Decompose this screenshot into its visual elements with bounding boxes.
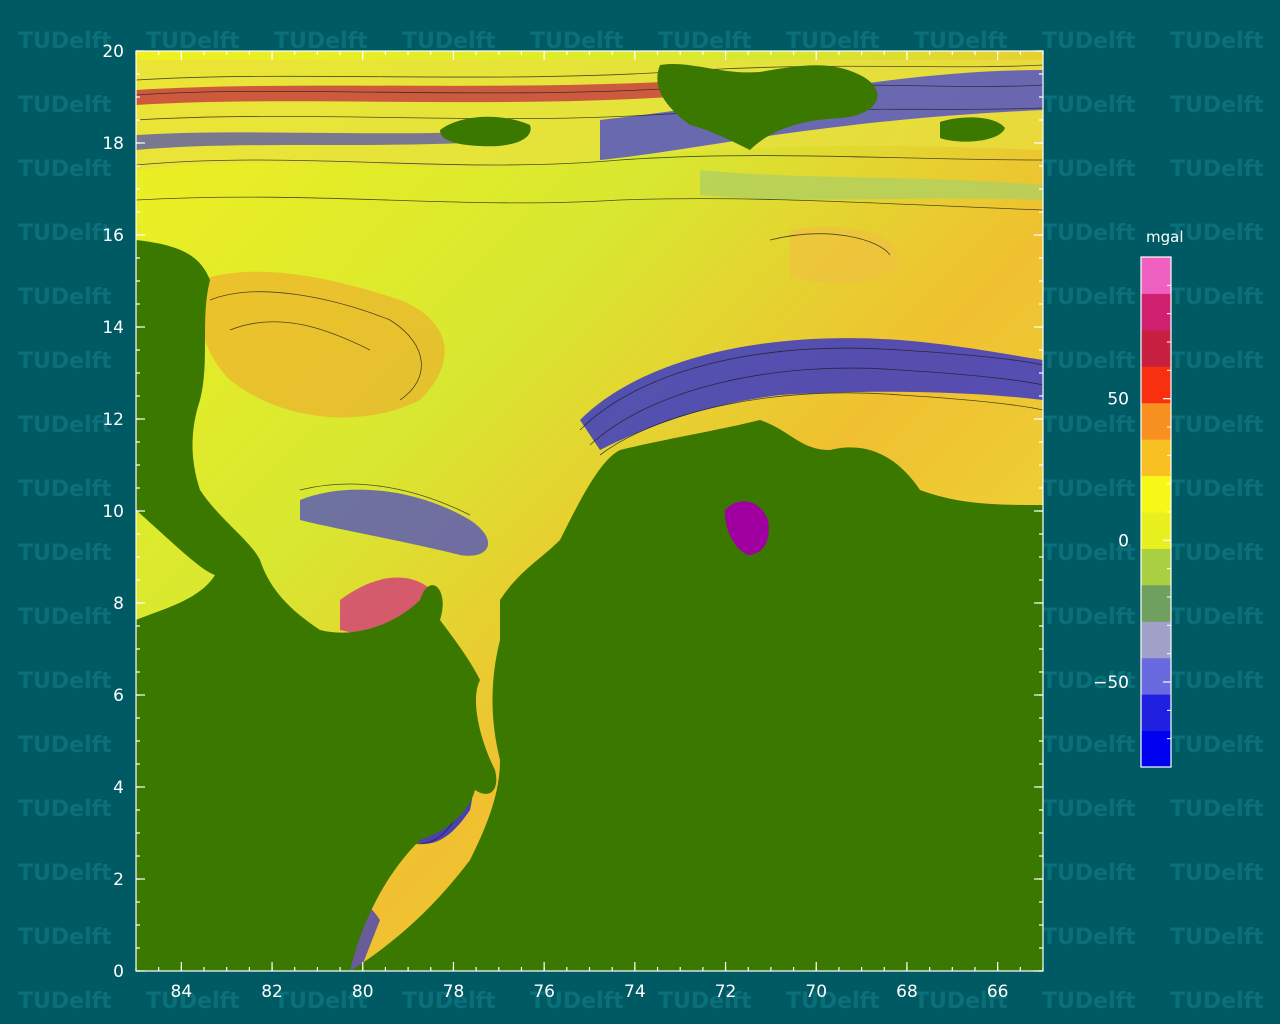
x-tick-label: 68 bbox=[896, 982, 918, 1002]
colorbar-tick-label: 0 bbox=[1118, 531, 1129, 551]
colorbar-swatch bbox=[1141, 512, 1171, 549]
colorbar-swatch bbox=[1141, 257, 1171, 294]
colorbar-swatch bbox=[1141, 293, 1171, 331]
colorbar-swatch bbox=[1141, 657, 1171, 695]
colorbar-swatch bbox=[1141, 584, 1171, 622]
y-tick-label: 0 bbox=[113, 962, 124, 982]
colorbar-tick-label: −50 bbox=[1093, 673, 1129, 693]
colorbar-tick-label: 50 bbox=[1107, 390, 1129, 410]
colorbar-swatch bbox=[1141, 402, 1171, 440]
colorbar-swatch bbox=[1141, 548, 1171, 586]
y-tick-label: 6 bbox=[113, 686, 124, 706]
y-tick-label: 16 bbox=[102, 226, 124, 246]
colorbar-swatch bbox=[1141, 366, 1171, 404]
x-tick-label: 76 bbox=[533, 982, 555, 1002]
y-tick-label: 20 bbox=[102, 42, 124, 62]
x-tick-label: 72 bbox=[715, 982, 737, 1002]
x-tick-label: 84 bbox=[171, 982, 193, 1002]
x-tick-label: 80 bbox=[352, 982, 374, 1002]
y-tick-label: 8 bbox=[113, 594, 124, 614]
map-area bbox=[136, 51, 1043, 971]
colorbar-swatch bbox=[1141, 730, 1171, 768]
y-tick-label: 18 bbox=[102, 134, 124, 154]
y-tick-label: 14 bbox=[102, 318, 124, 338]
x-tick-label: 82 bbox=[261, 982, 283, 1002]
y-tick-label: 4 bbox=[113, 778, 124, 798]
x-tick-label: 78 bbox=[443, 982, 465, 1002]
x-tick-label: 66 bbox=[987, 982, 1009, 1002]
y-tick-label: 2 bbox=[113, 870, 124, 890]
colorbar-swatch bbox=[1141, 329, 1171, 367]
x-tick-label: 70 bbox=[805, 982, 827, 1002]
colorbar-swatch bbox=[1141, 439, 1171, 477]
colorbar-swatch bbox=[1141, 621, 1171, 659]
colorbar: 50 0 −50 bbox=[1093, 256, 1172, 768]
gravity-anomaly-map: 84 82 80 78 76 74 72 70 68 66 02468101214161820 5… bbox=[102, 42, 1172, 1002]
colorbar-unit-label: mgal bbox=[1146, 228, 1184, 246]
colorbar-swatch bbox=[1141, 475, 1171, 513]
y-tick-label: 10 bbox=[102, 502, 124, 522]
x-tick-label: 74 bbox=[624, 982, 646, 1002]
y-tick-label: 12 bbox=[102, 410, 124, 430]
colorbar-swatch bbox=[1141, 694, 1171, 732]
